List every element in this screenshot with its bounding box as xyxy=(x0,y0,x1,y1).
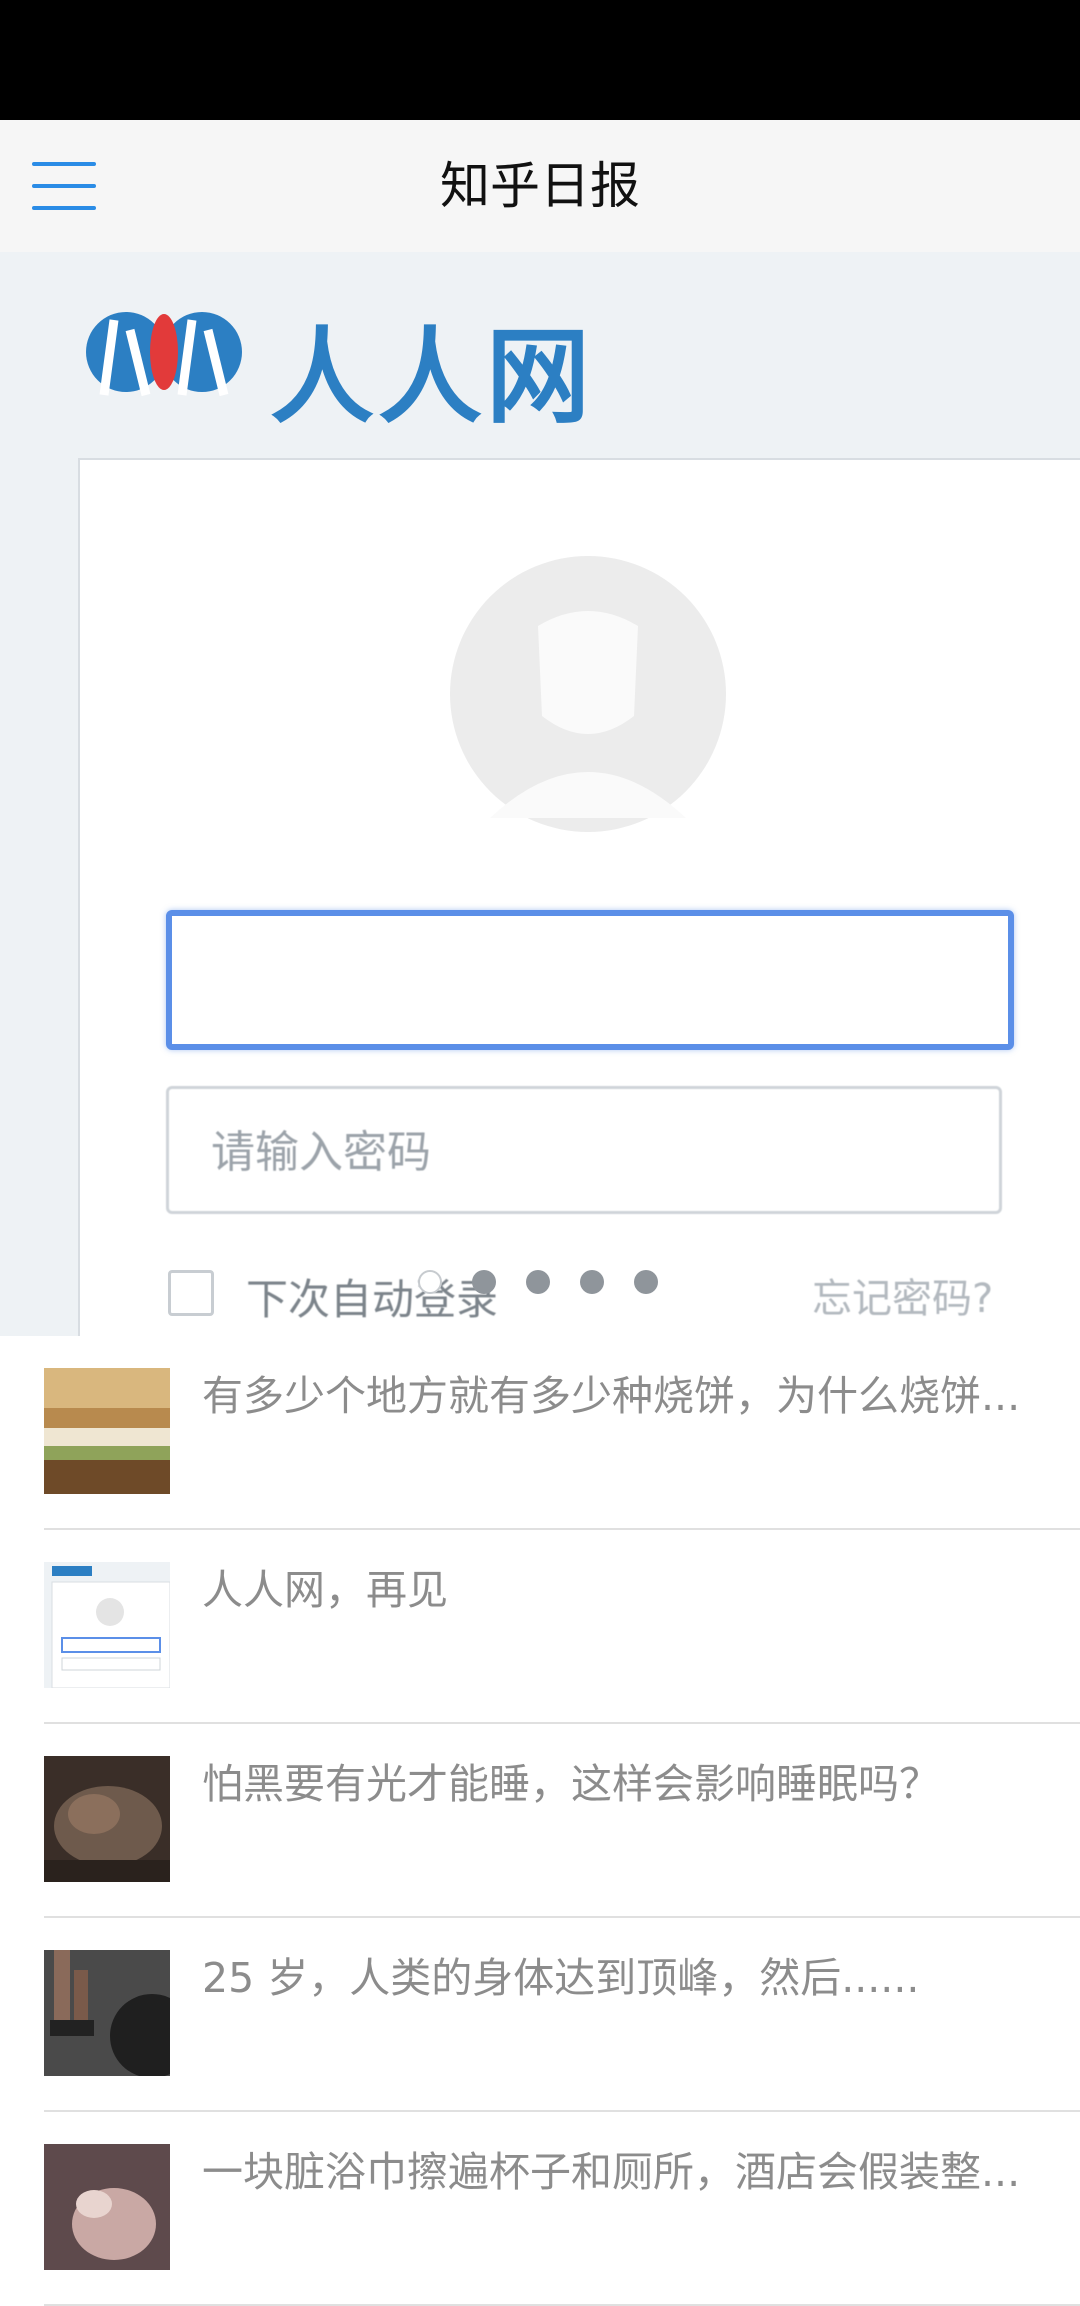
top-story-banner[interactable]: 人人网 请输入密码 下次自动登录 忘记密码? xyxy=(0,252,1080,1336)
pager-dot-active[interactable] xyxy=(418,1270,442,1294)
news-title: 一块脏浴巾擦遍杯子和厕所，酒店会假装整... xyxy=(202,2148,1021,2196)
username-field-image xyxy=(166,910,1014,1050)
news-list-item[interactable]: 一块脏浴巾擦遍杯子和厕所，酒店会假装整... xyxy=(44,2112,1080,2306)
news-title: 有多少个地方就有多少种烧饼，为什么烧饼... xyxy=(202,1372,1021,1420)
news-title: 25 岁，人类的身体达到顶峰，然后...... xyxy=(202,1954,920,2002)
news-list-item[interactable]: 25 岁，人类的身体达到顶峰，然后...... xyxy=(44,1918,1080,2112)
news-list-item[interactable]: 人人网，再见 xyxy=(44,1530,1080,1724)
workout-thumbnail xyxy=(44,1950,170,2076)
page-title: 知乎日报 xyxy=(440,157,640,215)
news-title: 人人网，再见 xyxy=(202,1566,448,1614)
pager-dot[interactable] xyxy=(634,1270,658,1294)
renren-logo-icon xyxy=(86,312,242,397)
pager-dot[interactable] xyxy=(526,1270,550,1294)
news-list-item[interactable]: 有多少个地方就有多少种烧饼，为什么烧饼... xyxy=(44,1336,1080,1530)
news-list: 有多少个地方就有多少种烧饼，为什么烧饼... 人人网，再见 怕黑要有光才能睡，这… xyxy=(0,1336,1080,2306)
towel-thumbnail xyxy=(44,2144,170,2270)
renren-logo-text: 人人网 xyxy=(270,316,595,438)
remember-checkbox-image xyxy=(168,1270,214,1316)
pager-dot[interactable] xyxy=(580,1270,604,1294)
app-toolbar: 知乎日报 xyxy=(0,120,1080,253)
renren-thumbnail xyxy=(44,1562,170,1688)
forgot-password-text: 忘记密码? xyxy=(812,1276,994,1322)
avatar-placeholder-icon xyxy=(450,556,726,832)
sleeping-person-thumbnail xyxy=(44,1756,170,1882)
password-field-image: 请输入密码 xyxy=(166,1086,1002,1214)
shaobing-thumbnail xyxy=(44,1368,170,1494)
pager-dot[interactable] xyxy=(472,1270,496,1294)
news-list-item[interactable]: 怕黑要有光才能睡，这样会影响睡眠吗？ xyxy=(44,1724,1080,1918)
news-title: 怕黑要有光才能睡，这样会影响睡眠吗？ xyxy=(202,1760,940,1808)
status-bar xyxy=(0,0,1080,120)
login-card-image: 请输入密码 下次自动登录 忘记密码? xyxy=(78,458,1080,1336)
banner-pager xyxy=(418,1270,658,1300)
